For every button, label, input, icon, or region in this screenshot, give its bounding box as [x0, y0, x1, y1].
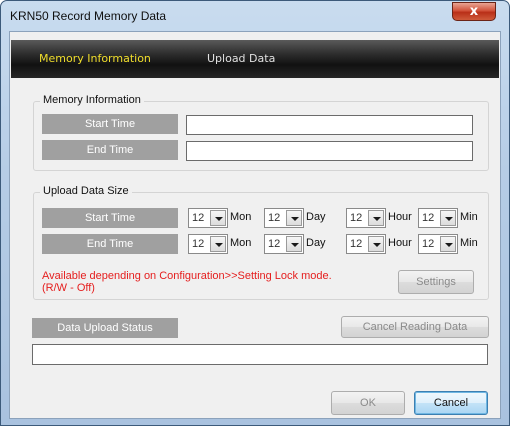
start-min-unit: Min	[460, 211, 478, 223]
chevron-down-icon[interactable]	[210, 236, 226, 252]
end-hour-select[interactable]: 12	[346, 234, 386, 254]
close-button[interactable]: x	[452, 2, 496, 21]
start-day-select[interactable]: 12	[264, 208, 304, 228]
upload-status-field[interactable]	[32, 344, 488, 365]
cancel-reading-data-button[interactable]: Cancel Reading Data	[341, 316, 489, 338]
end-hour-value: 12	[350, 238, 363, 250]
memory-start-time-field[interactable]	[186, 115, 473, 135]
start-min-select[interactable]: 12	[418, 208, 458, 228]
end-hour-unit: Hour	[388, 237, 412, 249]
tab-bar: Memory Information Upload Data	[11, 40, 499, 78]
tab-memory-information[interactable]: Memory Information	[39, 52, 151, 65]
memory-information-group-title: Memory Information	[40, 94, 144, 106]
chevron-down-icon[interactable]	[210, 210, 226, 226]
start-mon-value: 12	[192, 212, 205, 224]
start-hour-value: 12	[350, 212, 363, 224]
title-bar[interactable]: KRN50 Record Memory Data x	[1, 1, 509, 31]
ok-button[interactable]: OK	[331, 391, 405, 415]
lock-mode-warning-line1: Available depending on Configuration>>Se…	[42, 270, 332, 282]
end-mon-value: 12	[192, 238, 205, 250]
start-time-label: Start Time	[42, 114, 178, 134]
end-mon-unit: Mon	[230, 237, 252, 249]
start-day-value: 12	[268, 212, 281, 224]
end-mon-select[interactable]: 12	[188, 234, 228, 254]
memory-end-time-field[interactable]	[186, 141, 473, 161]
chevron-down-icon[interactable]	[286, 210, 302, 226]
settings-button[interactable]: Settings	[398, 270, 474, 294]
data-upload-status-label: Data Upload Status	[32, 318, 178, 338]
start-min-value: 12	[422, 212, 435, 224]
start-mon-select[interactable]: 12	[188, 208, 228, 228]
window-title: KRN50 Record Memory Data	[10, 9, 167, 23]
chevron-down-icon[interactable]	[368, 236, 384, 252]
chevron-down-icon[interactable]	[440, 236, 456, 252]
start-mon-unit: Mon	[230, 211, 252, 223]
lock-mode-warning-line2: (R/W - Off)	[42, 282, 95, 294]
chevron-down-icon[interactable]	[286, 236, 302, 252]
chevron-down-icon[interactable]	[368, 210, 384, 226]
start-hour-unit: Hour	[388, 211, 412, 223]
upload-start-time-label: Start Time	[42, 208, 178, 228]
end-day-select[interactable]: 12	[264, 234, 304, 254]
upload-data-size-group-title: Upload Data Size	[40, 185, 132, 197]
chevron-down-icon[interactable]	[440, 210, 456, 226]
end-min-unit: Min	[460, 237, 478, 249]
tab-upload-data[interactable]: Upload Data	[207, 52, 275, 65]
upload-end-time-label: End Time	[42, 234, 178, 254]
end-time-label: End Time	[42, 140, 178, 160]
close-icon: x	[469, 4, 479, 19]
start-hour-select[interactable]: 12	[346, 208, 386, 228]
end-day-unit: Day	[306, 237, 326, 249]
end-day-value: 12	[268, 238, 281, 250]
start-day-unit: Day	[306, 211, 326, 223]
end-min-value: 12	[422, 238, 435, 250]
lock-mode-warning: Available depending on Configuration>>Se…	[42, 270, 382, 294]
cancel-button[interactable]: Cancel	[414, 391, 488, 415]
end-min-select[interactable]: 12	[418, 234, 458, 254]
